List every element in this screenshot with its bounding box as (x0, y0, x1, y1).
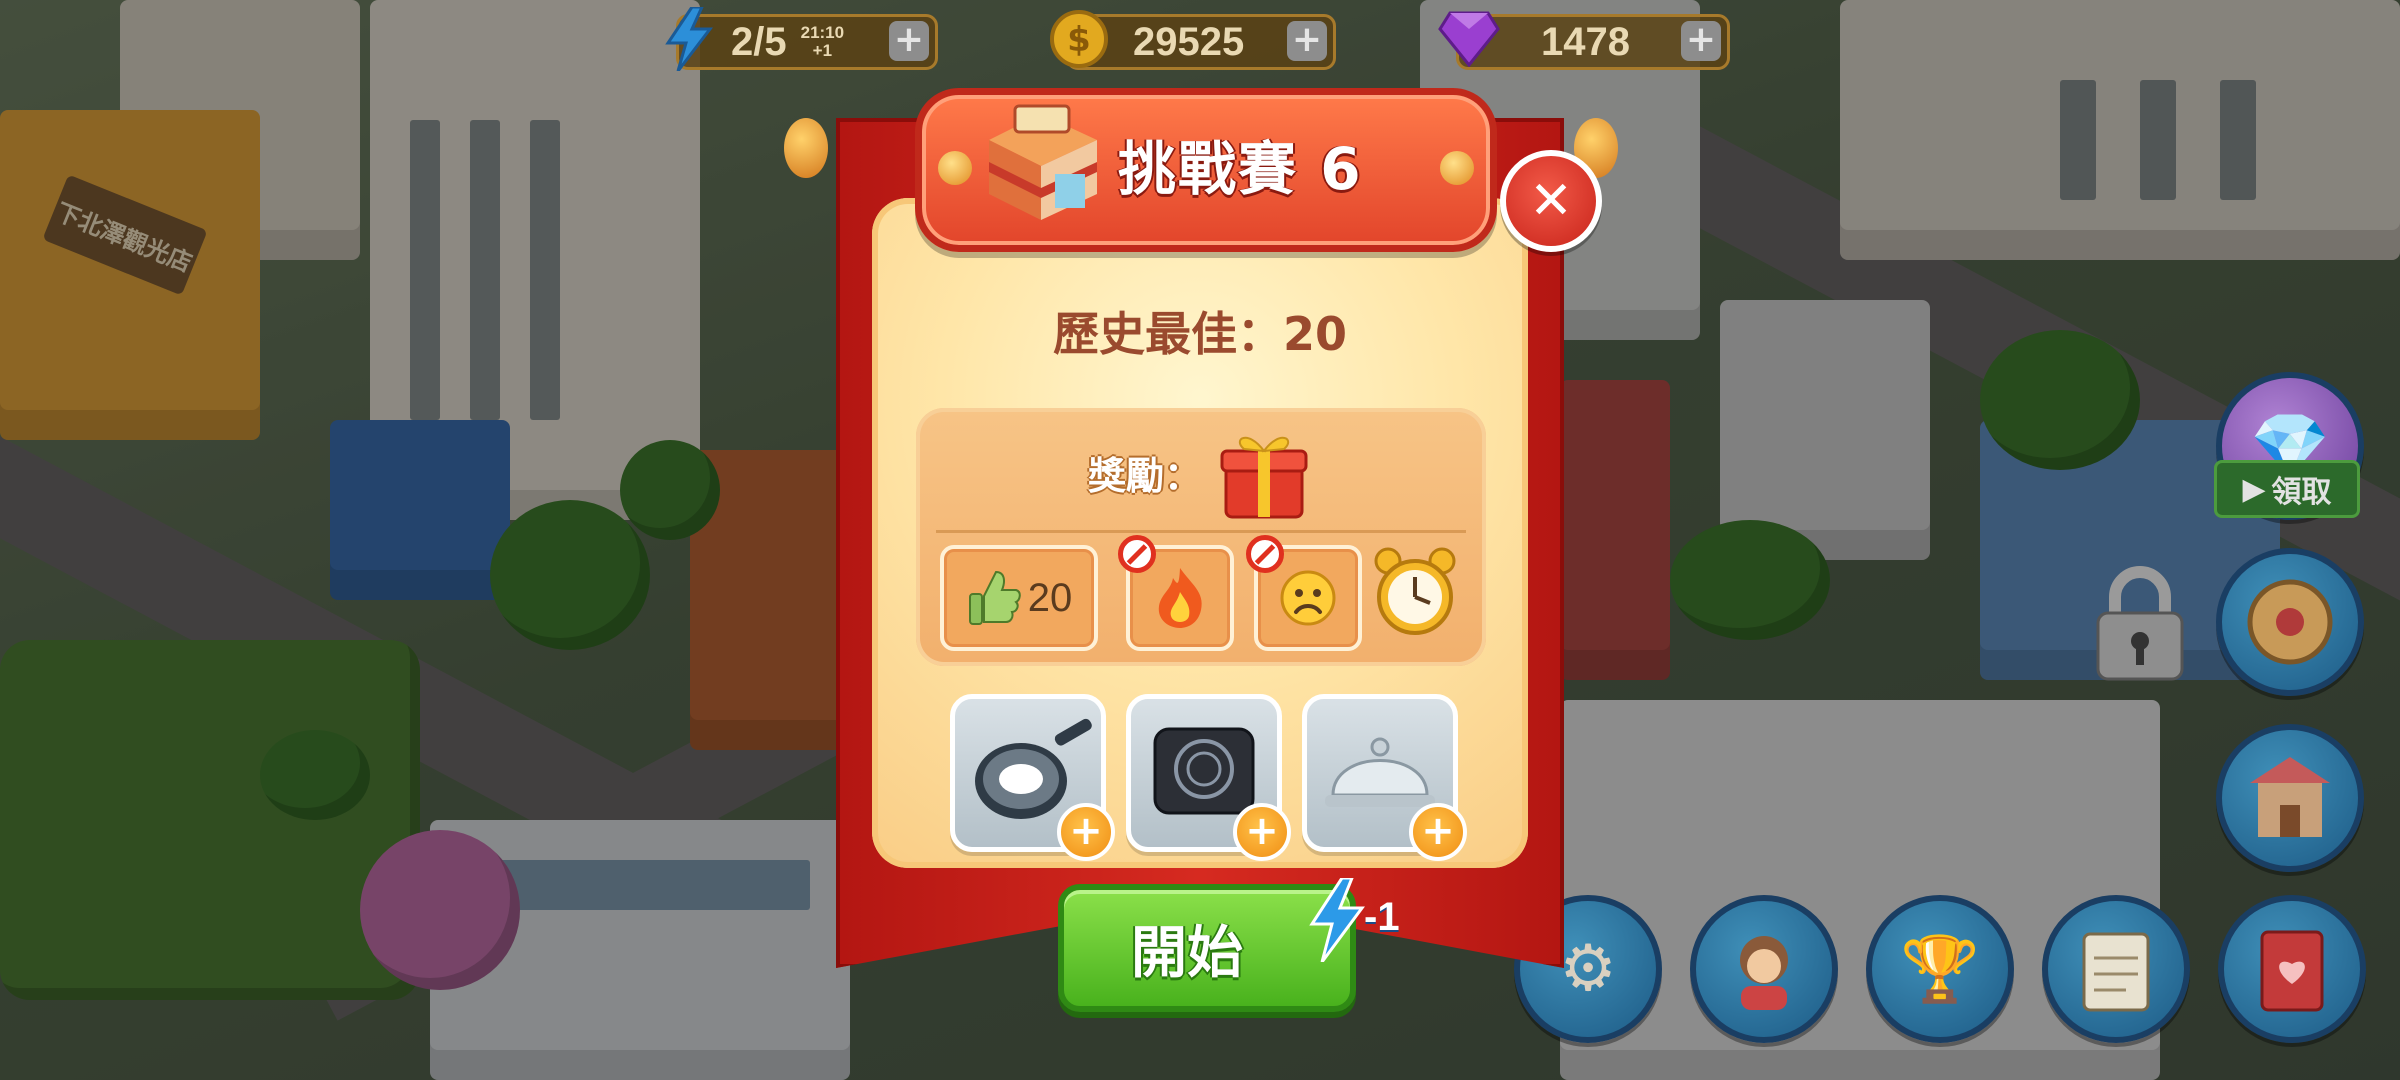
condition-time (1370, 545, 1460, 643)
likes-target: 20 (1027, 575, 1073, 620)
booster-cloche[interactable]: + (1302, 694, 1467, 861)
title-bead-right (1440, 151, 1474, 185)
gem-value: 1478 (1541, 19, 1630, 64)
coin-value: 29525 (1133, 19, 1245, 64)
forbidden-badge (1118, 535, 1156, 573)
best-score-text: 歷史最佳：20 (1052, 307, 1347, 361)
booster-stove[interactable]: + (1126, 694, 1291, 861)
condition-likes: 20 (940, 545, 1098, 651)
claim-label: 領取 (2271, 475, 2332, 510)
trophy-icon: 🏆 (1900, 932, 1980, 1007)
add-booster-icon[interactable]: + (1057, 803, 1115, 861)
sad-face-icon (1280, 570, 1336, 626)
energy-timer-text: 21:10 (800, 23, 845, 42)
gem-icon (1437, 7, 1501, 71)
lucky-wheel-icon (2247, 579, 2333, 665)
notepad-icon (2082, 932, 2150, 1012)
shop-building-icon (975, 100, 1105, 226)
shop-icon (2250, 757, 2330, 837)
notepad-button[interactable] (2042, 895, 2190, 1043)
forbidden-badge (1246, 535, 1284, 573)
energy-cost-icon (1306, 876, 1366, 963)
dialog-title: 挑戰賽 6 (1118, 135, 1363, 203)
banner-knob-left (784, 118, 828, 178)
profile-button[interactable] (1690, 895, 1838, 1043)
energy-counter: 2/5 21:10 +1 + (665, 7, 938, 71)
close-icon: ✕ (1529, 171, 1573, 231)
energy-timer: 21:10 +1 (801, 24, 844, 60)
gem-counter: 1478 + (1438, 11, 1730, 70)
add-booster-icon[interactable]: + (1233, 803, 1291, 861)
title-bead-left (938, 151, 972, 185)
energy-regen-text: +1 (812, 41, 833, 60)
add-gems-button[interactable]: + (1681, 21, 1721, 61)
lightning-icon (657, 7, 721, 71)
shop-button[interactable] (2216, 724, 2364, 872)
svg-text:$: $ (1067, 20, 1091, 60)
reward-label: 獎勵： (1088, 454, 1203, 498)
trophy-button[interactable]: 🏆 (1866, 895, 2014, 1043)
start-label: 開始 (1131, 920, 1243, 986)
booster-pan[interactable]: + (950, 694, 1115, 861)
lucky-wheel-button[interactable] (2216, 548, 2364, 696)
recipe-book-icon (2260, 930, 2324, 1012)
lock-icon (2090, 565, 2190, 685)
recipe-book-button[interactable] (2218, 895, 2366, 1043)
profile-icon (1740, 936, 1788, 1010)
close-button[interactable]: ✕ (1500, 150, 1602, 252)
reward-divider (936, 530, 1466, 533)
add-coins-button[interactable]: + (1287, 21, 1327, 61)
add-energy-button[interactable]: + (889, 21, 929, 61)
coin-counter: $ 29525 + (1050, 10, 1336, 70)
add-booster-icon[interactable]: + (1409, 803, 1467, 861)
alarm-clock-icon (1374, 547, 1456, 635)
claim-button[interactable]: ▶ 領取 (2214, 460, 2360, 518)
thumbs-up-icon (968, 570, 1021, 625)
energy-cost: -1 (1364, 895, 1400, 939)
energy-value: 2/5 (731, 19, 787, 64)
gift-box-icon[interactable] (1218, 425, 1310, 521)
settings-gear-icon: ⚙ (1559, 932, 1617, 1006)
fire-icon (1158, 568, 1202, 628)
video-icon: ▶ (2242, 471, 2266, 507)
coin-icon: $ (1047, 7, 1111, 71)
